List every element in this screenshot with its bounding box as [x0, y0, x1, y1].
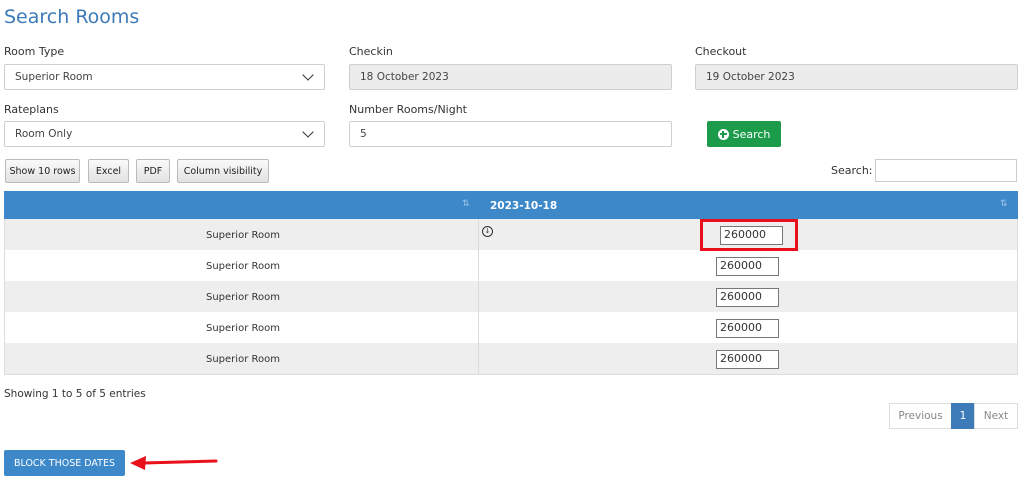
- room-cell: Superior Room: [206, 354, 280, 365]
- rate-input[interactable]: 260000: [716, 257, 779, 276]
- checkout-label: Checkout: [695, 45, 747, 58]
- rooms-per-night-value: 5: [360, 128, 367, 140]
- chevron-down-icon: [302, 69, 314, 81]
- table-row: [4, 343, 1018, 375]
- room-cell: Superior Room: [206, 323, 280, 334]
- room-cell: Superior Room: [206, 230, 280, 241]
- table-row: [4, 219, 1018, 251]
- search-button[interactable]: Search: [707, 121, 781, 147]
- column-visibility-button[interactable]: Column visibility: [177, 159, 269, 183]
- rooms-per-night-label: Number Rooms/Night: [349, 103, 467, 116]
- highlight-box: [700, 219, 798, 251]
- page-title: Search Rooms: [4, 6, 140, 28]
- rate-input[interactable]: 260000: [716, 319, 779, 338]
- room-type-label: Room Type: [4, 45, 65, 58]
- checkout-field[interactable]: 19 October 2023: [695, 64, 1018, 90]
- rateplans-label: Rateplans: [4, 103, 59, 116]
- table-row: [4, 312, 1018, 344]
- search-button-label: Search: [732, 127, 771, 141]
- room-type-value: Superior Room: [15, 71, 93, 83]
- arrow-left-icon: [130, 456, 218, 470]
- page-1-button[interactable]: 1: [951, 403, 975, 429]
- previous-page-button[interactable]: Previous: [889, 403, 952, 429]
- table-row: [4, 281, 1018, 313]
- checkout-value: 19 October 2023: [706, 71, 795, 83]
- rate-input[interactable]: 260000: [716, 288, 779, 307]
- checkin-value: 18 October 2023: [360, 71, 449, 83]
- table-search-input[interactable]: [875, 159, 1017, 182]
- room-cell: Superior Room: [206, 261, 280, 272]
- table-row: [4, 250, 1018, 282]
- chevron-down-icon: [302, 126, 314, 138]
- info-circle-icon[interactable]: ↓: [482, 226, 493, 237]
- table-search-label: Search:: [831, 164, 873, 177]
- rooms-per-night-input[interactable]: 5: [349, 121, 672, 147]
- checkin-label: Checkin: [349, 45, 393, 58]
- pdf-button[interactable]: PDF: [136, 159, 170, 183]
- plus-circle-icon: [717, 128, 729, 140]
- rateplans-select[interactable]: Room Only: [4, 121, 325, 147]
- sort-icon[interactable]: ⇅: [1000, 199, 1007, 209]
- room-cell: Superior Room: [206, 292, 280, 303]
- block-dates-button[interactable]: BLOCK THOSE DATES: [4, 450, 125, 476]
- room-type-select[interactable]: Superior Room: [4, 64, 325, 90]
- sort-icon[interactable]: ⇅: [462, 199, 469, 209]
- next-page-button[interactable]: Next: [974, 403, 1018, 429]
- column-divider: [478, 219, 479, 375]
- checkin-field[interactable]: 18 October 2023: [349, 64, 672, 90]
- date-column-header[interactable]: 2023-10-18: [490, 200, 557, 212]
- show-rows-button[interactable]: Show 10 rows: [5, 159, 80, 183]
- rate-input[interactable]: 260000: [716, 350, 779, 369]
- excel-button[interactable]: Excel: [88, 159, 129, 183]
- rateplans-value: Room Only: [15, 128, 73, 140]
- table-info: Showing 1 to 5 of 5 entries: [4, 388, 146, 400]
